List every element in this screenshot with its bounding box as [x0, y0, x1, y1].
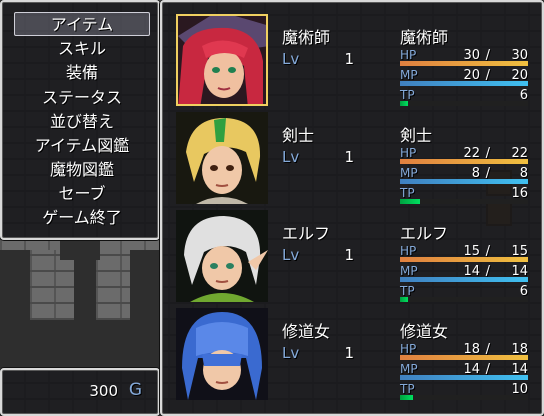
- level-value: 1: [344, 246, 354, 264]
- tp-gauge: TP 6: [400, 88, 528, 108]
- hp-gauge: HP 30 / 30: [400, 48, 528, 68]
- menu-item-formation[interactable]: 並び替え: [14, 110, 150, 134]
- actor-class: 修道女: [400, 322, 449, 341]
- mp-label: MP: [400, 166, 418, 180]
- mp-gauge: MP 8 / 8: [400, 166, 528, 186]
- menu-item-equip[interactable]: 装備: [14, 61, 150, 85]
- mp-current: 8: [471, 166, 480, 181]
- gold-currency-unit: G: [128, 380, 142, 400]
- gold-amount: 300: [89, 382, 118, 400]
- hp-max: 18: [511, 342, 528, 357]
- actor-row[interactable]: エルフ Lv 1 エルフ HP 15 / 15 MP 14 / 14 TP 6: [172, 206, 536, 302]
- blue-haired-nun-portrait: [176, 308, 268, 400]
- tp-label: TP: [400, 186, 415, 200]
- level-value: 1: [344, 344, 354, 362]
- menu-item-game-end[interactable]: ゲーム終了: [14, 206, 150, 230]
- hp-current: 15: [463, 244, 480, 259]
- menu-item-monster-encyclopedia[interactable]: 魔物図鑑: [14, 158, 150, 182]
- tp-label: TP: [400, 284, 415, 298]
- level-value: 1: [344, 148, 354, 166]
- menu-item-save[interactable]: セーブ: [14, 182, 150, 206]
- hp-max: 30: [511, 48, 528, 63]
- hp-max: 15: [511, 244, 528, 259]
- actor-row[interactable]: 修道女 Lv 1 修道女 HP 18 / 18 MP 14 / 14 TP 10: [172, 304, 536, 400]
- tp-label: TP: [400, 88, 415, 102]
- mp-max: 14: [511, 264, 528, 279]
- level-value: 1: [344, 50, 354, 68]
- tp-current: 6: [519, 284, 528, 299]
- tp-gauge: TP 16: [400, 186, 528, 206]
- mp-current: 14: [463, 264, 480, 279]
- hp-current: 18: [463, 342, 480, 357]
- mp-max: 14: [511, 362, 528, 377]
- actor-name: エルフ: [282, 224, 331, 243]
- hp-gauge: HP 15 / 15: [400, 244, 528, 264]
- actor-class: 剣士: [400, 126, 433, 145]
- mp-gauge: MP 14 / 14: [400, 362, 528, 382]
- tp-gauge: TP 6: [400, 284, 528, 304]
- level-label: Lv: [282, 344, 300, 362]
- mp-label: MP: [400, 264, 418, 278]
- hp-label: HP: [400, 48, 417, 62]
- hp-gauge: HP 22 / 22: [400, 146, 528, 166]
- hp-label: HP: [400, 244, 417, 258]
- hp-current: 22: [463, 146, 480, 161]
- hp-gauge: HP 18 / 18: [400, 342, 528, 362]
- level-label: Lv: [282, 148, 300, 166]
- mp-max: 8: [519, 166, 528, 181]
- hp-label: HP: [400, 146, 417, 160]
- mp-label: MP: [400, 68, 418, 82]
- mp-max: 20: [511, 68, 528, 83]
- gold-window: 300 G: [0, 368, 160, 416]
- menu-item-skill[interactable]: スキル: [14, 37, 150, 61]
- menu-item-status[interactable]: ステータス: [14, 86, 150, 110]
- menu-item-item[interactable]: アイテム: [14, 12, 150, 36]
- tp-gauge: TP 10: [400, 382, 528, 402]
- actor-class: エルフ: [400, 224, 449, 243]
- mp-gauge: MP 14 / 14: [400, 264, 528, 284]
- hp-label: HP: [400, 342, 417, 356]
- actor-name: 魔術師: [282, 28, 331, 47]
- white-haired-elf-portrait: [176, 210, 268, 302]
- party-status-window: 魔術師 Lv 1 魔術師 HP 30 / 30 MP 20 / 20 TP 6: [160, 0, 544, 416]
- tp-current: 16: [511, 186, 528, 201]
- level-label: Lv: [282, 50, 300, 68]
- hp-current: 30: [463, 48, 480, 63]
- mp-label: MP: [400, 362, 418, 376]
- tp-current: 6: [519, 88, 528, 103]
- actor-name: 剣士: [282, 126, 315, 145]
- red-haired-witch-portrait: [176, 14, 268, 106]
- actor-class: 魔術師: [400, 28, 449, 47]
- actor-row[interactable]: 剣士 Lv 1 剣士 HP 22 / 22 MP 8 / 8 TP 16: [172, 108, 536, 204]
- mp-gauge: MP 20 / 20: [400, 68, 528, 88]
- tp-label: TP: [400, 382, 415, 396]
- level-label: Lv: [282, 246, 300, 264]
- command-menu-window: アイテム スキル 装備 ステータス 並び替え アイテム図鑑 魔物図鑑 セーブ ゲ…: [0, 0, 160, 240]
- mp-current: 14: [463, 362, 480, 377]
- menu-item-item-encyclopedia[interactable]: アイテム図鑑: [14, 134, 150, 158]
- hp-max: 22: [511, 146, 528, 161]
- tp-current: 10: [511, 382, 528, 397]
- actor-name: 修道女: [282, 322, 331, 341]
- blonde-swordswoman-portrait: [176, 112, 268, 204]
- mp-current: 20: [463, 68, 480, 83]
- actor-row[interactable]: 魔術師 Lv 1 魔術師 HP 30 / 30 MP 20 / 20 TP 6: [172, 10, 536, 106]
